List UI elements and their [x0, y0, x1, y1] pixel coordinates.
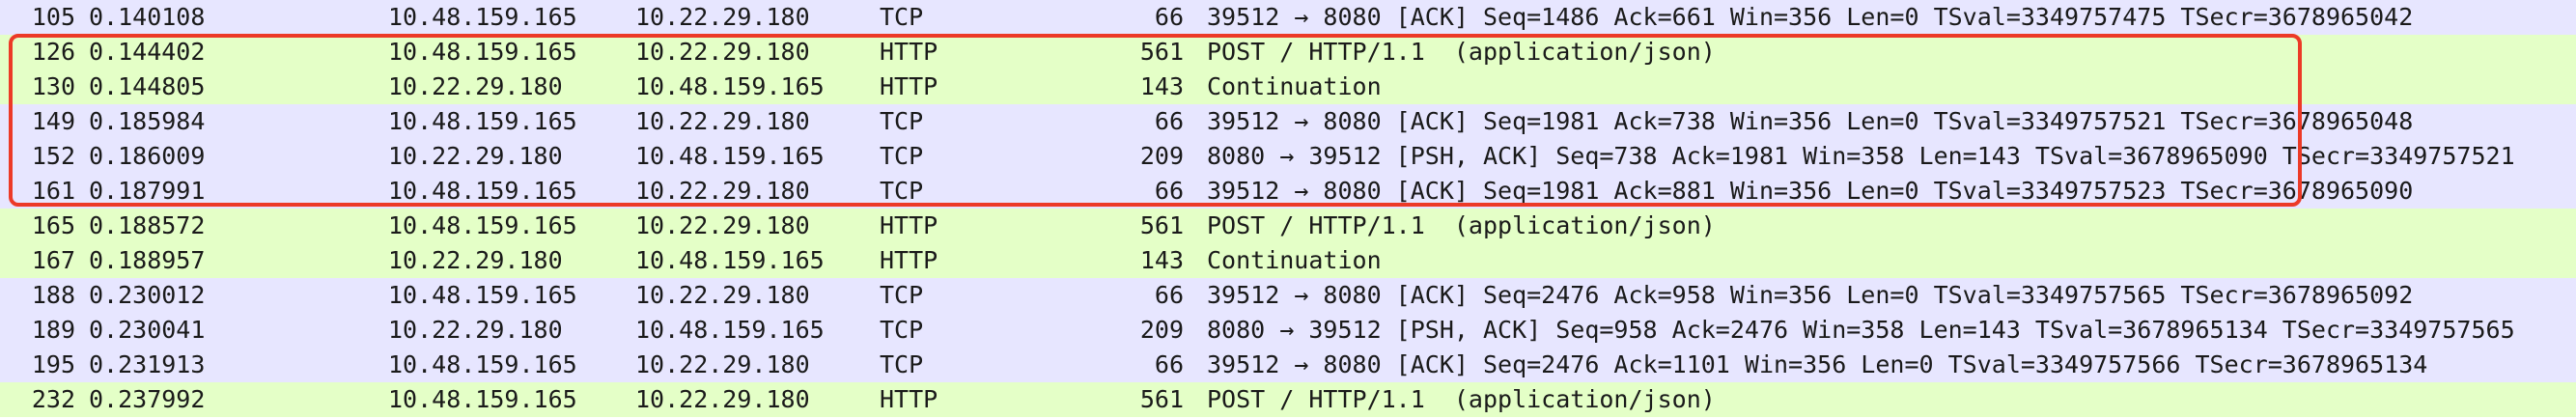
packet-length: 66 [1154, 107, 1184, 135]
packet-protocol: TCP [880, 142, 924, 170]
packet-destination: 10.22.29.180 [635, 3, 810, 31]
packet-protocol: HTTP [880, 72, 938, 100]
packet-destination: 10.22.29.180 [635, 281, 810, 309]
packet-number: 188 [31, 281, 75, 309]
packet-protocol: HTTP [880, 385, 938, 413]
packet-destination: 10.22.29.180 [635, 107, 810, 135]
packet-info: Continuation [1207, 246, 1382, 274]
packet-info: POST / HTTP/1.1 (application/json) [1207, 38, 1716, 66]
packet-info: 8080 → 39512 [PSH, ACK] Seq=738 Ack=1981… [1207, 142, 2515, 170]
packet-time: 0.230041 [89, 316, 206, 344]
packet-length: 66 [1154, 350, 1184, 378]
packet-source: 10.22.29.180 [388, 142, 563, 170]
packet-length: 66 [1154, 3, 1184, 31]
packet-time: 0.231913 [89, 350, 206, 378]
packet-info: 39512 → 8080 [ACK] Seq=1981 Ack=738 Win=… [1207, 107, 2414, 135]
packet-protocol: TCP [880, 107, 924, 135]
packet-row[interactable]: 105 0.140108 10.48.159.165 10.22.29.180 … [0, 0, 2576, 35]
packet-length: 143 [1139, 246, 1184, 274]
packet-destination: 10.22.29.180 [635, 350, 810, 378]
packet-protocol: TCP [880, 3, 924, 31]
packet-source: 10.48.159.165 [388, 3, 577, 31]
packet-protocol: HTTP [880, 211, 938, 239]
packet-length: 561 [1139, 38, 1184, 66]
packet-number: 130 [31, 72, 75, 100]
packet-time: 0.237992 [89, 385, 206, 413]
packet-info: Continuation [1207, 72, 1382, 100]
packet-source: 10.22.29.180 [388, 246, 563, 274]
packet-info: 39512 → 8080 [ACK] Seq=2476 Ack=958 Win=… [1207, 281, 2414, 309]
packet-protocol: TCP [880, 281, 924, 309]
packet-time: 0.186009 [89, 142, 206, 170]
packet-source: 10.22.29.180 [388, 316, 563, 344]
packet-info: 39512 → 8080 [ACK] Seq=1486 Ack=661 Win=… [1207, 3, 2414, 31]
packet-row[interactable]: 161 0.187991 10.48.159.165 10.22.29.180 … [0, 174, 2576, 209]
packet-source: 10.48.159.165 [388, 107, 577, 135]
packet-number: 232 [31, 385, 75, 413]
packet-length: 209 [1139, 316, 1184, 344]
packet-protocol: TCP [880, 316, 924, 344]
packet-row[interactable]: 167 0.188957 10.22.29.180 10.48.159.165 … [0, 243, 2576, 278]
packet-time: 0.188572 [89, 211, 206, 239]
packet-time: 0.230012 [89, 281, 206, 309]
packet-number: 152 [31, 142, 75, 170]
packet-time: 0.187991 [89, 177, 206, 205]
packet-info: 8080 → 39512 [PSH, ACK] Seq=958 Ack=2476… [1207, 316, 2515, 344]
packet-info: 39512 → 8080 [ACK] Seq=1981 Ack=881 Win=… [1207, 177, 2414, 205]
packet-number: 161 [31, 177, 75, 205]
packet-time: 0.188957 [89, 246, 206, 274]
packet-time: 0.140108 [89, 3, 206, 31]
packet-row[interactable]: 152 0.186009 10.22.29.180 10.48.159.165 … [0, 139, 2576, 174]
packet-row[interactable]: 195 0.231913 10.48.159.165 10.22.29.180 … [0, 348, 2576, 382]
packet-length: 143 [1139, 72, 1184, 100]
packet-length: 209 [1139, 142, 1184, 170]
packet-destination: 10.48.159.165 [635, 316, 825, 344]
packet-number: 165 [31, 211, 75, 239]
packet-length: 561 [1139, 211, 1184, 239]
packet-source: 10.48.159.165 [388, 177, 577, 205]
packet-time: 0.185984 [89, 107, 206, 135]
packet-destination: 10.48.159.165 [635, 246, 825, 274]
packet-length: 66 [1154, 177, 1184, 205]
packet-row[interactable]: 188 0.230012 10.48.159.165 10.22.29.180 … [0, 278, 2576, 313]
packet-destination: 10.22.29.180 [635, 211, 810, 239]
packet-row[interactable]: 232 0.237992 10.48.159.165 10.22.29.180 … [0, 382, 2576, 417]
packet-number: 149 [31, 107, 75, 135]
packet-time: 0.144805 [89, 72, 206, 100]
packet-source: 10.48.159.165 [388, 350, 577, 378]
packet-source: 10.48.159.165 [388, 385, 577, 413]
packet-protocol: HTTP [880, 38, 938, 66]
packet-source: 10.48.159.165 [388, 211, 577, 239]
packet-row[interactable]: 149 0.185984 10.48.159.165 10.22.29.180 … [0, 104, 2576, 139]
packet-row[interactable]: 165 0.188572 10.48.159.165 10.22.29.180 … [0, 209, 2576, 243]
packet-number: 126 [31, 38, 75, 66]
packet-source: 10.48.159.165 [388, 281, 577, 309]
packet-info: POST / HTTP/1.1 (application/json) [1207, 211, 1716, 239]
packet-number: 167 [31, 246, 75, 274]
packet-destination: 10.22.29.180 [635, 385, 810, 413]
packet-number: 105 [31, 3, 75, 31]
packet-destination: 10.22.29.180 [635, 38, 810, 66]
packet-info: 39512 → 8080 [ACK] Seq=2476 Ack=1101 Win… [1207, 350, 2428, 378]
packet-row[interactable]: 126 0.144402 10.48.159.165 10.22.29.180 … [0, 35, 2576, 70]
packet-protocol: TCP [880, 177, 924, 205]
packet-length: 561 [1139, 385, 1184, 413]
packet-info: POST / HTTP/1.1 (application/json) [1207, 385, 1716, 413]
packet-destination: 10.48.159.165 [635, 72, 825, 100]
packet-number: 195 [31, 350, 75, 378]
packet-row[interactable]: 130 0.144805 10.22.29.180 10.48.159.165 … [0, 70, 2576, 104]
packet-source: 10.48.159.165 [388, 38, 577, 66]
packet-protocol: TCP [880, 350, 924, 378]
packet-length: 66 [1154, 281, 1184, 309]
packet-protocol: HTTP [880, 246, 938, 274]
packet-number: 189 [31, 316, 75, 344]
packet-source: 10.22.29.180 [388, 72, 563, 100]
packet-destination: 10.48.159.165 [635, 142, 825, 170]
packet-destination: 10.22.29.180 [635, 177, 810, 205]
packet-time: 0.144402 [89, 38, 206, 66]
packet-row[interactable]: 189 0.230041 10.22.29.180 10.48.159.165 … [0, 313, 2576, 348]
packet-list: 105 0.140108 10.48.159.165 10.22.29.180 … [0, 0, 2576, 419]
